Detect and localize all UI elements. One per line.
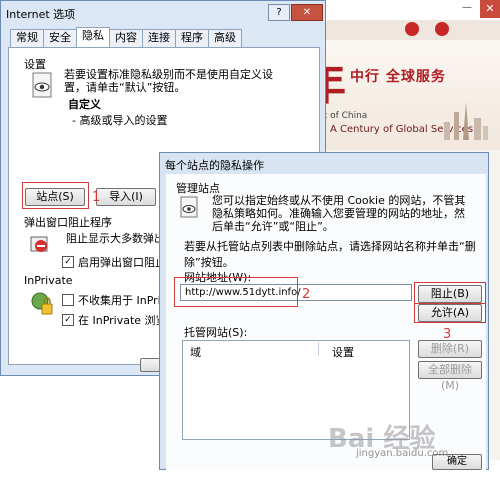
toolbar-icon[interactable] bbox=[405, 22, 419, 36]
column-divider bbox=[318, 342, 319, 356]
popup-blocker-heading: 弹出窗口阻止程序 bbox=[24, 216, 112, 229]
tab-advanced[interactable]: 高级 bbox=[208, 29, 242, 47]
minimize-icon[interactable]: — bbox=[462, 2, 472, 13]
manage-sites-description: 您可以指定始终或从不使用 Cookie 的网站，不管其隐私策略如何。准确输入您要… bbox=[212, 194, 466, 233]
remove-button[interactable]: 删除(R) bbox=[418, 340, 482, 358]
checkbox-box[interactable]: ✓ bbox=[62, 314, 74, 326]
lock-icon bbox=[31, 292, 53, 315]
tab-general[interactable]: 常规 bbox=[10, 29, 44, 47]
highlight-box bbox=[414, 282, 486, 304]
toolbar-icon[interactable] bbox=[435, 22, 449, 36]
privacy-eye-icon bbox=[32, 72, 52, 98]
privacy-level: 自定义 bbox=[68, 98, 101, 111]
tab-privacy[interactable]: 隐私 bbox=[76, 27, 110, 47]
import-button[interactable]: 导入(I) bbox=[96, 188, 156, 206]
highlight-box bbox=[22, 182, 89, 209]
close-icon[interactable]: ✕ bbox=[291, 4, 323, 21]
checkbox-box[interactable] bbox=[62, 294, 74, 306]
privacy-eye-icon bbox=[180, 196, 198, 218]
skyline-icon bbox=[444, 102, 488, 140]
managed-sites-label: 托管网站(S): bbox=[184, 326, 248, 339]
annotation-number: 2 bbox=[302, 287, 311, 302]
remove-instructions: 若要从托管站点列表中删除站点，请选择网站名称并单击“删除”按钮。 bbox=[184, 240, 476, 269]
watermark-url: jingyan.baidu.com bbox=[356, 448, 449, 459]
column-header-domain[interactable]: 域 bbox=[190, 344, 201, 360]
block-icon bbox=[30, 236, 48, 252]
settings-heading: 设置 bbox=[24, 58, 46, 71]
bank-slogan: 中行 全球服务 bbox=[350, 69, 446, 85]
tab-connections[interactable]: 连接 bbox=[142, 29, 176, 47]
remove-all-button[interactable]: 全部删除(M) bbox=[418, 361, 482, 392]
help-icon[interactable]: ? bbox=[268, 4, 290, 21]
privacy-level-note: - 高级或导入的设置 bbox=[72, 114, 168, 127]
tab-security[interactable]: 安全 bbox=[43, 29, 77, 47]
column-header-setting[interactable]: 设置 bbox=[332, 344, 354, 360]
close-icon[interactable]: ✕ bbox=[480, 0, 500, 18]
highlight-box bbox=[174, 277, 298, 307]
tab-bar: 常规 安全 隐私 内容 连接 程序 高级 bbox=[10, 27, 242, 47]
highlight-box bbox=[414, 303, 486, 323]
tab-programs[interactable]: 程序 bbox=[175, 29, 209, 47]
dialog-title: Internet 选项 bbox=[6, 8, 76, 21]
annotation-number: 1 bbox=[92, 190, 101, 205]
dialog-title: 每个站点的隐私操作 bbox=[165, 159, 264, 172]
inprivate-heading: InPrivate bbox=[24, 274, 73, 287]
checkbox-box[interactable]: ✓ bbox=[62, 256, 74, 268]
bank-name-en: k of China bbox=[322, 111, 368, 121]
settings-description: 若要设置标准隐私级别而不是使用自定义设置，请单击“默认”按钮。 bbox=[64, 68, 273, 94]
tab-content[interactable]: 内容 bbox=[109, 29, 143, 47]
